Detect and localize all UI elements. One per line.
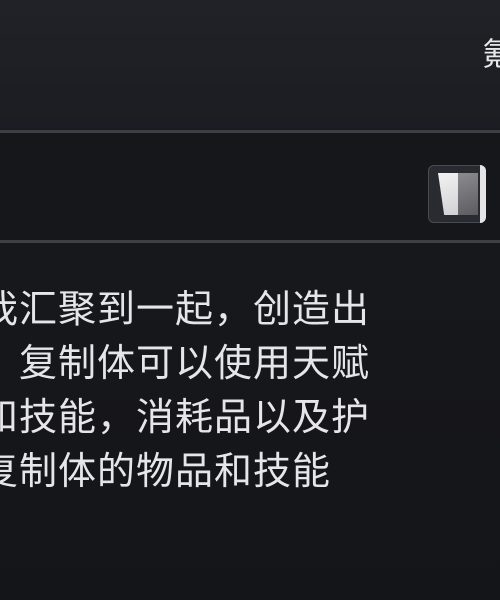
description-line-1: 我汇聚到一起，创造出: [0, 287, 371, 331]
item-description: 我汇聚到一起，创造出 。复制体可以使用天赋 和技能，消耗品以及护 复制体的物品和…: [0, 282, 500, 498]
tooltip-header: 氪: [0, 0, 500, 128]
description-line-2: 。复制体可以使用天赋: [0, 341, 371, 385]
item-title-fragment: 氪: [481, 35, 500, 73]
description-line-3: 和技能，消耗品以及护: [0, 395, 371, 439]
item-icon-edge: [480, 165, 486, 223]
item-row: [0, 133, 500, 240]
item-divider: [0, 240, 500, 243]
item-slot-icon[interactable]: [428, 165, 486, 223]
description-line-4: 复制体的物品和技能: [0, 449, 332, 493]
item-icon-dark-shape: [458, 173, 478, 215]
item-tooltip-panel: 氪 我汇聚到一起，创造出 。复制体可以使用天赋 和技能，消耗品以及护 复制体的物…: [0, 0, 500, 600]
